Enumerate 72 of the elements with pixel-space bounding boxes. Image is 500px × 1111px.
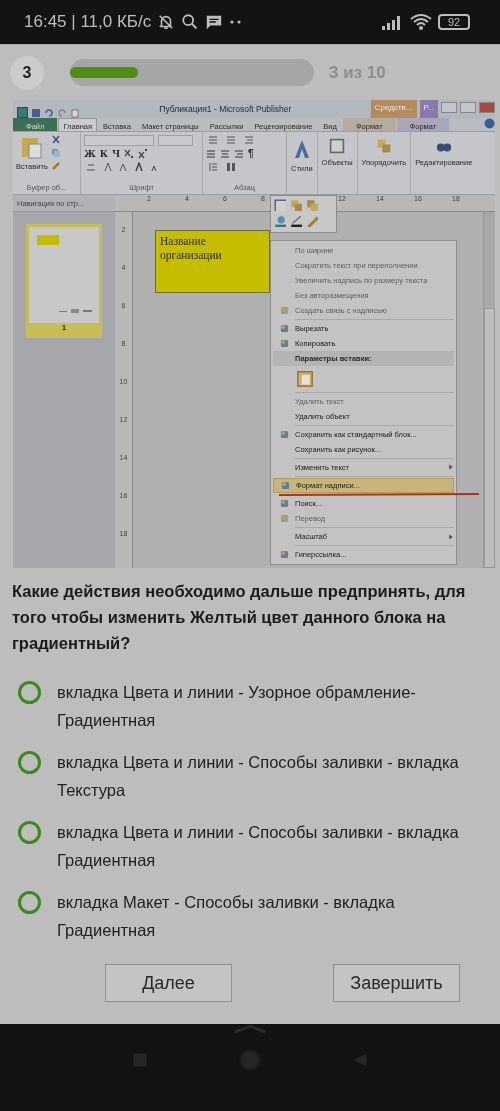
objects-icon	[328, 138, 347, 155]
bullets-icon	[206, 135, 220, 146]
paste-option-icon[interactable]	[297, 370, 313, 387]
submenu-arrow-icon	[448, 533, 454, 540]
numbering-icon	[224, 135, 238, 146]
paragraph-mark-button[interactable]: ¶	[248, 148, 254, 160]
next-button[interactable]: Далее	[105, 964, 232, 1002]
wifi-icon	[410, 13, 432, 31]
answer-option[interactable]: вкладка Цвета и линии - Узорное обрамление-Градиентная	[57, 678, 477, 734]
menu-item-icon	[279, 498, 289, 508]
contextual-tab-group: Средств...	[370, 100, 417, 118]
text-box[interactable]: Название организации	[155, 230, 270, 293]
radio-button[interactable]	[18, 821, 41, 844]
menu-item-icon	[279, 306, 289, 316]
print-preview-icon	[70, 108, 80, 118]
contextual-tab-group: Р...	[419, 100, 438, 118]
menu-item-icon	[279, 339, 289, 349]
fill-color-icon	[274, 215, 286, 227]
menu-item-icon	[280, 480, 290, 490]
menu-item-icon	[279, 514, 289, 523]
status-time: 16:45 | 11,0 КБ/с	[24, 12, 152, 32]
align-icon	[206, 148, 216, 159]
line-color-icon	[290, 215, 302, 227]
font-size-field[interactable]	[158, 135, 193, 147]
paste-icon	[20, 135, 43, 160]
spacing-icon	[84, 162, 98, 173]
superscript-icon	[138, 149, 149, 160]
bring-forward-icon	[290, 199, 302, 211]
radio-button[interactable]	[18, 751, 41, 774]
answer-option[interactable]: вкладка Цвета и линии - Способы заливки - вкладка Текстура	[57, 748, 477, 804]
finish-button[interactable]: Завершить	[333, 964, 460, 1002]
line-spacing-icon	[206, 162, 220, 173]
battery-level: 92	[438, 14, 470, 30]
columns-icon	[224, 162, 238, 173]
question-number: 3	[10, 55, 44, 90]
font-field[interactable]	[84, 135, 154, 147]
align-center-icon	[220, 148, 230, 159]
save-icon	[31, 108, 41, 118]
align-right-icon	[234, 148, 244, 159]
subscript-icon	[124, 149, 135, 160]
radio-button[interactable]	[18, 681, 41, 704]
maximize-button[interactable]	[460, 102, 476, 113]
help-icon	[484, 118, 495, 129]
menu-item-icon	[279, 429, 289, 439]
close-button[interactable]	[479, 102, 495, 113]
submenu-arrow-icon	[448, 464, 454, 471]
menu-item-icon	[279, 324, 289, 334]
menu-item-icon	[279, 550, 289, 560]
question-text: Какие действия необходимо дальше предпринять, для того чтобы изменить Желтый цвет данного блока на градиентный?	[11, 581, 467, 654]
format-button[interactable]: Ж	[84, 149, 96, 160]
answer-option[interactable]: вкладка Макет - Способы заливки - вкладка Градиентная	[57, 888, 477, 944]
window-title: Публикация1 - Microsoft Publisher	[158, 104, 293, 114]
app-icon	[17, 107, 28, 118]
send-backward-icon	[306, 199, 318, 211]
undo-icon	[44, 108, 54, 118]
page-thumbnail[interactable]: 1	[26, 224, 102, 338]
scroll-bar[interactable]	[483, 212, 495, 568]
copy-icon	[50, 148, 61, 159]
grow-font-icon	[134, 162, 146, 173]
message-icon	[205, 13, 224, 31]
answer-option[interactable]: вкладка Цвета и линии - Способы заливки - вкладка Градиентная	[57, 818, 477, 874]
search-icon	[181, 13, 200, 31]
scissors-icon	[50, 135, 61, 146]
gesture-handle-icon	[233, 1024, 267, 1034]
format-button[interactable]: К	[99, 149, 108, 160]
redo-icon	[57, 108, 67, 118]
format-button[interactable]: Ч	[112, 149, 121, 160]
bell-off-icon	[157, 13, 176, 31]
minimize-button[interactable]	[441, 102, 457, 113]
radio-button[interactable]	[18, 891, 41, 914]
page-number: 1	[61, 323, 67, 332]
indent-icon	[242, 135, 256, 146]
